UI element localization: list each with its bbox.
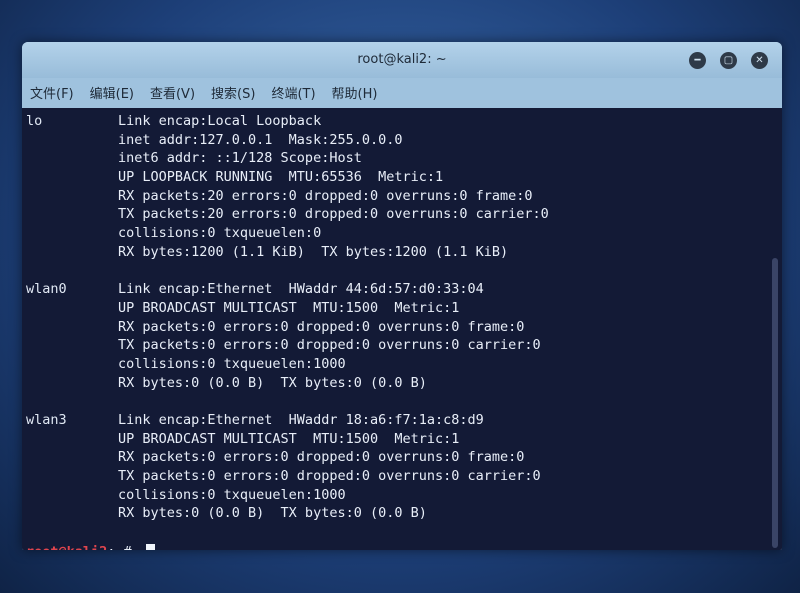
interface-name [26, 243, 118, 262]
minimize-icon[interactable]: ━ [689, 52, 706, 69]
window-title: root@kali2: ~ [357, 52, 447, 67]
interface-detail: UP BROADCAST MULTICAST MTU:1500 Metric:1 [118, 299, 460, 316]
interface-detail: collisions:0 txqueuelen:1000 [118, 355, 346, 372]
output-line: collisions:0 txqueuelen:0 [26, 224, 782, 243]
output-line: wlan3 Link encap:Ethernet HWaddr 18:a6:f7… [26, 411, 782, 430]
interface-name: wlan3 [26, 412, 67, 428]
output-line: inet addr:127.0.0.1 Mask:255.0.0.0 [26, 131, 782, 150]
interface-block-wlan0: wlan0 Link encap:Ethernet HWaddr 44:6d:57… [26, 280, 782, 392]
interface-name [26, 486, 118, 505]
interface-name [26, 504, 118, 523]
interface-detail: RX packets:0 errors:0 dropped:0 overruns… [118, 318, 525, 335]
scrollbar[interactable] [772, 258, 778, 548]
interface-detail: collisions:0 txqueuelen:1000 [118, 486, 346, 503]
interface-name [26, 430, 118, 449]
output-line: inet6 addr: ::1/128 Scope:Host [26, 149, 782, 168]
menu-file[interactable]: 文件(F) [28, 81, 76, 104]
interface-detail: UP BROADCAST MULTICAST MTU:1500 Metric:1 [118, 430, 460, 447]
interface-detail: RX packets:20 errors:0 dropped:0 overrun… [118, 187, 533, 204]
interface-detail: collisions:0 txqueuelen:0 [118, 225, 322, 242]
output-line: lo Link encap:Local Loopback [26, 112, 782, 131]
interface-name: wlan0 [26, 281, 67, 298]
maximize-icon[interactable]: ▢ [720, 52, 737, 69]
menu-edit[interactable]: 编辑(E) [88, 81, 136, 104]
interface-name [26, 467, 118, 486]
interface-name [26, 374, 118, 393]
menu-help[interactable]: 帮助(H) [330, 81, 380, 104]
interface-name [26, 448, 118, 467]
interface-detail: UP LOOPBACK RUNNING MTU:65536 Metric:1 [118, 169, 444, 186]
text-cursor [145, 543, 155, 550]
output-line: UP BROADCAST MULTICAST MTU:1500 Metric:1 [26, 430, 782, 449]
interface-name [26, 224, 118, 243]
output-line: collisions:0 txqueuelen:1000 [26, 486, 782, 505]
prompt-user: root@kali2 [26, 542, 107, 550]
interface-detail: inet addr:127.0.0.1 Mask:255.0.0.0 [118, 131, 403, 148]
interface-detail: RX bytes:1200 (1.1 KiB) TX bytes:1200 (1… [118, 243, 509, 260]
menu-view[interactable]: 查看(V) [148, 81, 197, 104]
output-line: collisions:0 txqueuelen:1000 [26, 355, 782, 374]
interface-detail: RX bytes:0 (0.0 B) TX bytes:0 (0.0 B) [118, 374, 427, 391]
output-line: RX bytes:1200 (1.1 KiB) TX bytes:1200 (1… [26, 243, 782, 262]
interface-name [26, 131, 118, 150]
interface-name [26, 149, 118, 168]
menu-terminal[interactable]: 终端(T) [269, 81, 317, 104]
interface-detail: Link encap:Local Loopback [118, 113, 322, 129]
interface-detail: RX packets:0 errors:0 dropped:0 overruns… [118, 449, 525, 466]
interface-name [26, 205, 118, 224]
title-bar[interactable]: root@kali2: ~ ━ ▢ ✕ [22, 42, 782, 78]
interface-name [26, 168, 118, 187]
interface-name [26, 318, 118, 337]
interface-name [26, 187, 118, 206]
terminal-window: root@kali2: ~ ━ ▢ ✕ 文件(F) 编辑(E) 查看(V) 搜索… [22, 42, 782, 550]
output-line: RX packets:20 errors:0 dropped:0 overrun… [26, 187, 782, 206]
interface-name [26, 355, 118, 374]
close-icon[interactable]: ✕ [751, 52, 768, 69]
output-line: RX bytes:0 (0.0 B) TX bytes:0 (0.0 B) [26, 374, 782, 393]
prompt-path: :~# [107, 542, 140, 550]
interface-block-wlan3: wlan3 Link encap:Ethernet HWaddr 18:a6:f7… [26, 411, 782, 523]
menu-bar: 文件(F) 编辑(E) 查看(V) 搜索(S) 终端(T) 帮助(H) [22, 78, 782, 106]
interface-block-lo: lo Link encap:Local Loopback inet addr:127… [26, 112, 782, 262]
menu-search[interactable]: 搜索(S) [209, 81, 257, 104]
output-line: TX packets:0 errors:0 dropped:0 overruns… [26, 467, 782, 486]
interface-detail: RX bytes:0 (0.0 B) TX bytes:0 (0.0 B) [118, 505, 427, 522]
output-line: UP BROADCAST MULTICAST MTU:1500 Metric:1 [26, 299, 782, 318]
output-line: UP LOOPBACK RUNNING MTU:65536 Metric:1 [26, 168, 782, 187]
output-line: RX bytes:0 (0.0 B) TX bytes:0 (0.0 B) [26, 504, 782, 523]
interface-name: lo [26, 113, 43, 129]
interface-name [26, 336, 118, 355]
interface-detail: TX packets:0 errors:0 dropped:0 overruns… [118, 468, 541, 485]
shell-prompt[interactable]: root@kali2:~# [26, 542, 782, 550]
output-line: RX packets:0 errors:0 dropped:0 overruns… [26, 318, 782, 337]
interface-detail: Link encap:Ethernet HWaddr 44:6d:57:d0:3… [118, 281, 484, 298]
output-line: TX packets:0 errors:0 dropped:0 overruns… [26, 336, 782, 355]
output-line: wlan0 Link encap:Ethernet HWaddr 44:6d:57… [26, 280, 782, 299]
output-line: RX packets:0 errors:0 dropped:0 overruns… [26, 448, 782, 467]
output-line: TX packets:20 errors:0 dropped:0 overrun… [26, 205, 782, 224]
terminal-output[interactable]: lo Link encap:Local Loopback inet addr:127… [22, 108, 782, 550]
interface-detail: Link encap:Ethernet HWaddr 18:a6:f7:1a:c… [118, 412, 484, 428]
interface-detail: TX packets:0 errors:0 dropped:0 overruns… [118, 337, 541, 354]
interface-detail: inet6 addr: ::1/128 Scope:Host [118, 150, 362, 167]
interface-name [26, 299, 118, 318]
interface-detail: TX packets:20 errors:0 dropped:0 overrun… [118, 206, 549, 223]
